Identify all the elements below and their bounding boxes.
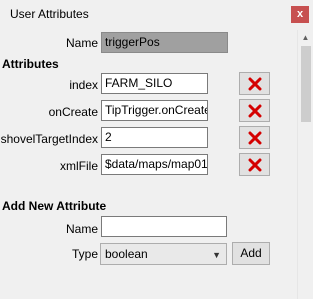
delete-attribute-button[interactable]	[239, 72, 270, 95]
attribute-value-oncreate[interactable]: TipTrigger.onCreate	[101, 100, 208, 121]
close-button[interactable]: x	[291, 6, 309, 23]
dialog-content: Name triggerPos Attributes index FARM_SI…	[0, 30, 297, 299]
delete-x-icon	[248, 104, 262, 118]
scroll-up-arrow-icon[interactable]: ▲	[298, 31, 313, 45]
new-attribute-type-label: Type	[71, 247, 98, 261]
attribute-type-select[interactable]: boolean ▼	[100, 243, 227, 265]
scrollbar-thumb[interactable]	[301, 46, 311, 122]
attributes-heading: Attributes	[2, 57, 59, 71]
attribute-value-index[interactable]: FARM_SILO	[101, 73, 208, 94]
new-attribute-name-input[interactable]	[101, 216, 227, 237]
delete-x-icon	[248, 131, 262, 145]
add-attribute-button[interactable]: Add	[232, 242, 270, 265]
new-attribute-name-label: Name	[65, 222, 98, 236]
attribute-label-xmlfile: xmlFile	[60, 159, 98, 173]
attribute-label-shoveltargetindex: shovelTargetIndex	[0, 132, 98, 146]
attribute-value-xmlfile[interactable]: $data/maps/map01	[101, 154, 208, 175]
title-bar: User Attributes x	[0, 0, 313, 30]
add-new-attribute-heading: Add New Attribute	[2, 199, 107, 213]
object-name-field: triggerPos	[101, 32, 228, 53]
name-label: Name	[65, 36, 98, 50]
delete-x-icon	[248, 158, 262, 172]
attribute-value-shoveltargetindex[interactable]: 2	[101, 127, 208, 148]
window-title: User Attributes	[10, 7, 89, 21]
delete-x-icon	[248, 77, 262, 91]
chevron-down-icon: ▼	[212, 250, 221, 260]
attribute-type-value: boolean	[105, 247, 148, 261]
attribute-label-index: index	[69, 78, 98, 92]
delete-attribute-button[interactable]	[239, 126, 270, 149]
delete-attribute-button[interactable]	[239, 153, 270, 176]
vertical-scrollbar[interactable]: ▲	[297, 30, 313, 299]
delete-attribute-button[interactable]	[239, 99, 270, 122]
attribute-label-oncreate: onCreate	[48, 105, 98, 119]
